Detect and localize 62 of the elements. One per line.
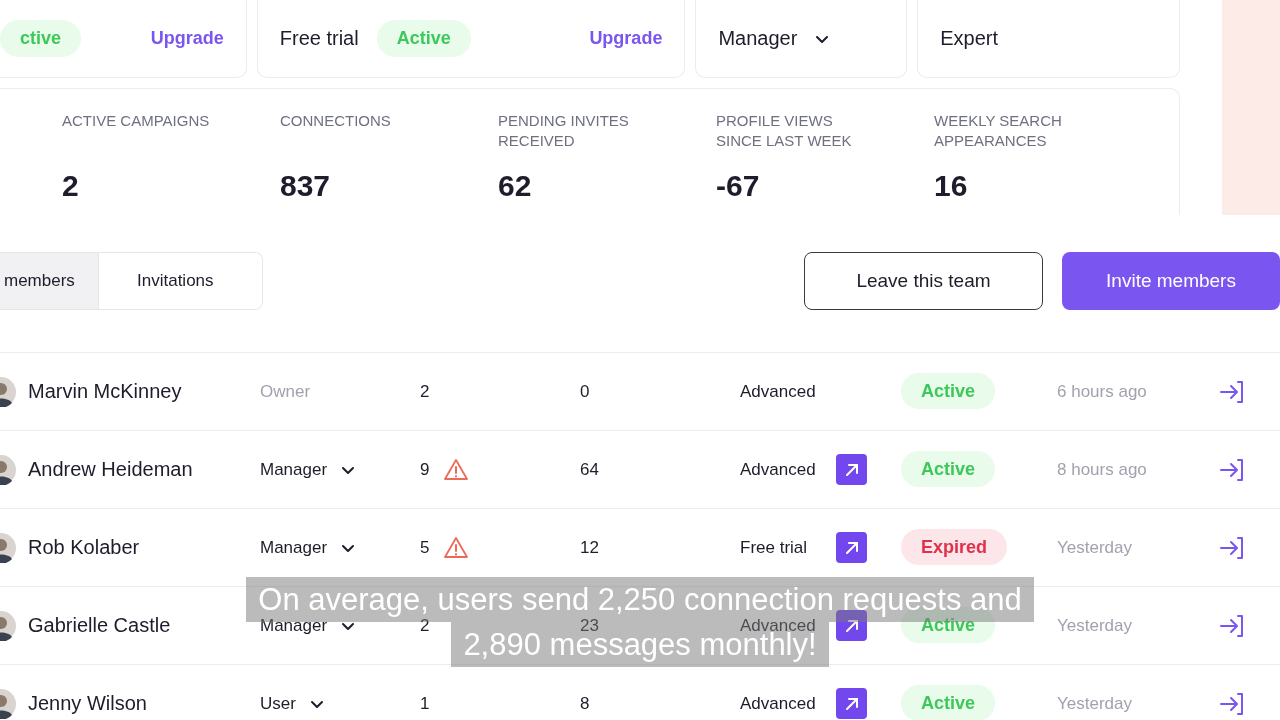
upgrade-link[interactable]: Upgrade xyxy=(150,28,224,49)
stat-value: 62 xyxy=(498,169,533,203)
stat-label: CONNECTIONS xyxy=(280,111,392,131)
stat-label: PENDING INVITES RECEIVED xyxy=(498,111,630,151)
arrow-up-right-icon xyxy=(843,539,860,556)
campaign-count: 2 xyxy=(420,381,430,402)
login-icon[interactable] xyxy=(1219,690,1245,717)
plan-label: Free trial xyxy=(279,27,359,50)
member-name: Gabrielle Castle xyxy=(28,614,172,637)
status-badge: Expired xyxy=(901,529,1008,565)
login-icon[interactable] xyxy=(1219,612,1245,639)
login-icon[interactable] xyxy=(1219,378,1245,405)
member-name: Jenny Wilson xyxy=(28,692,148,715)
last-seen: Yesterday xyxy=(1057,693,1133,714)
connection-count: 64 xyxy=(580,459,599,480)
member-name: Rob Kolaber xyxy=(28,536,141,559)
upgrade-button[interactable] xyxy=(836,688,867,719)
level-label: Expert xyxy=(940,27,999,50)
role-text[interactable]: Manager xyxy=(260,459,328,480)
stat-value: -67 xyxy=(716,169,761,203)
last-seen: Yesterday xyxy=(1057,537,1133,558)
stat-value: 2 xyxy=(62,169,80,203)
stat-value: 16 xyxy=(934,169,969,203)
plan-text: Advanced xyxy=(740,459,817,480)
stat-value: 837 xyxy=(280,169,332,203)
stat-label: PROFILE VIEWS SINCE LAST WEEK xyxy=(716,111,853,151)
plan-text: Advanced xyxy=(740,381,817,402)
connection-count: 0 xyxy=(580,381,590,402)
member-name: Andrew Heideman xyxy=(28,458,194,481)
role-text[interactable]: Manager xyxy=(260,537,328,558)
last-seen: 6 hours ago xyxy=(1057,381,1148,402)
status-badge: Active xyxy=(901,451,996,487)
role-label[interactable]: Manager xyxy=(718,27,798,50)
upgrade-button[interactable] xyxy=(836,454,867,485)
invite-button[interactable]: Invite members xyxy=(1062,252,1280,310)
role-text[interactable]: User xyxy=(260,693,296,714)
role-text: Owner xyxy=(260,381,311,402)
login-icon[interactable] xyxy=(1219,534,1245,561)
last-seen: 8 hours ago xyxy=(1057,459,1148,480)
plan-text: Free trial xyxy=(740,537,809,558)
connection-count: 12 xyxy=(580,537,599,558)
tab[interactable]: members xyxy=(0,253,99,309)
arrow-up-right-icon xyxy=(843,461,860,478)
upgrade-button[interactable] xyxy=(836,532,867,563)
member-name: Marvin McKinney xyxy=(28,380,183,403)
upgrade-link[interactable]: Upgrade xyxy=(589,28,663,49)
arrow-up-right-icon xyxy=(843,695,860,712)
status-badge: Active xyxy=(901,373,996,409)
campaign-count: 1 xyxy=(420,693,430,714)
connection-count: 8 xyxy=(580,693,590,714)
stat-label: WEEKLY SEARCH APPEARANCES xyxy=(934,111,1063,151)
status-badge: Active xyxy=(376,20,471,57)
plan-text: Advanced xyxy=(740,693,817,714)
status-badge: ctive xyxy=(0,20,82,57)
status-badge: Active xyxy=(901,685,996,720)
campaign-count: 9 xyxy=(420,459,430,480)
arrow-up-right-icon xyxy=(843,617,860,634)
last-seen: Yesterday xyxy=(1057,615,1133,636)
leave-button[interactable]: Leave this team xyxy=(804,252,1043,310)
campaign-count: 5 xyxy=(420,537,430,558)
login-icon[interactable] xyxy=(1219,456,1245,483)
stat-label: ACTIVE CAMPAIGNS xyxy=(62,111,211,131)
